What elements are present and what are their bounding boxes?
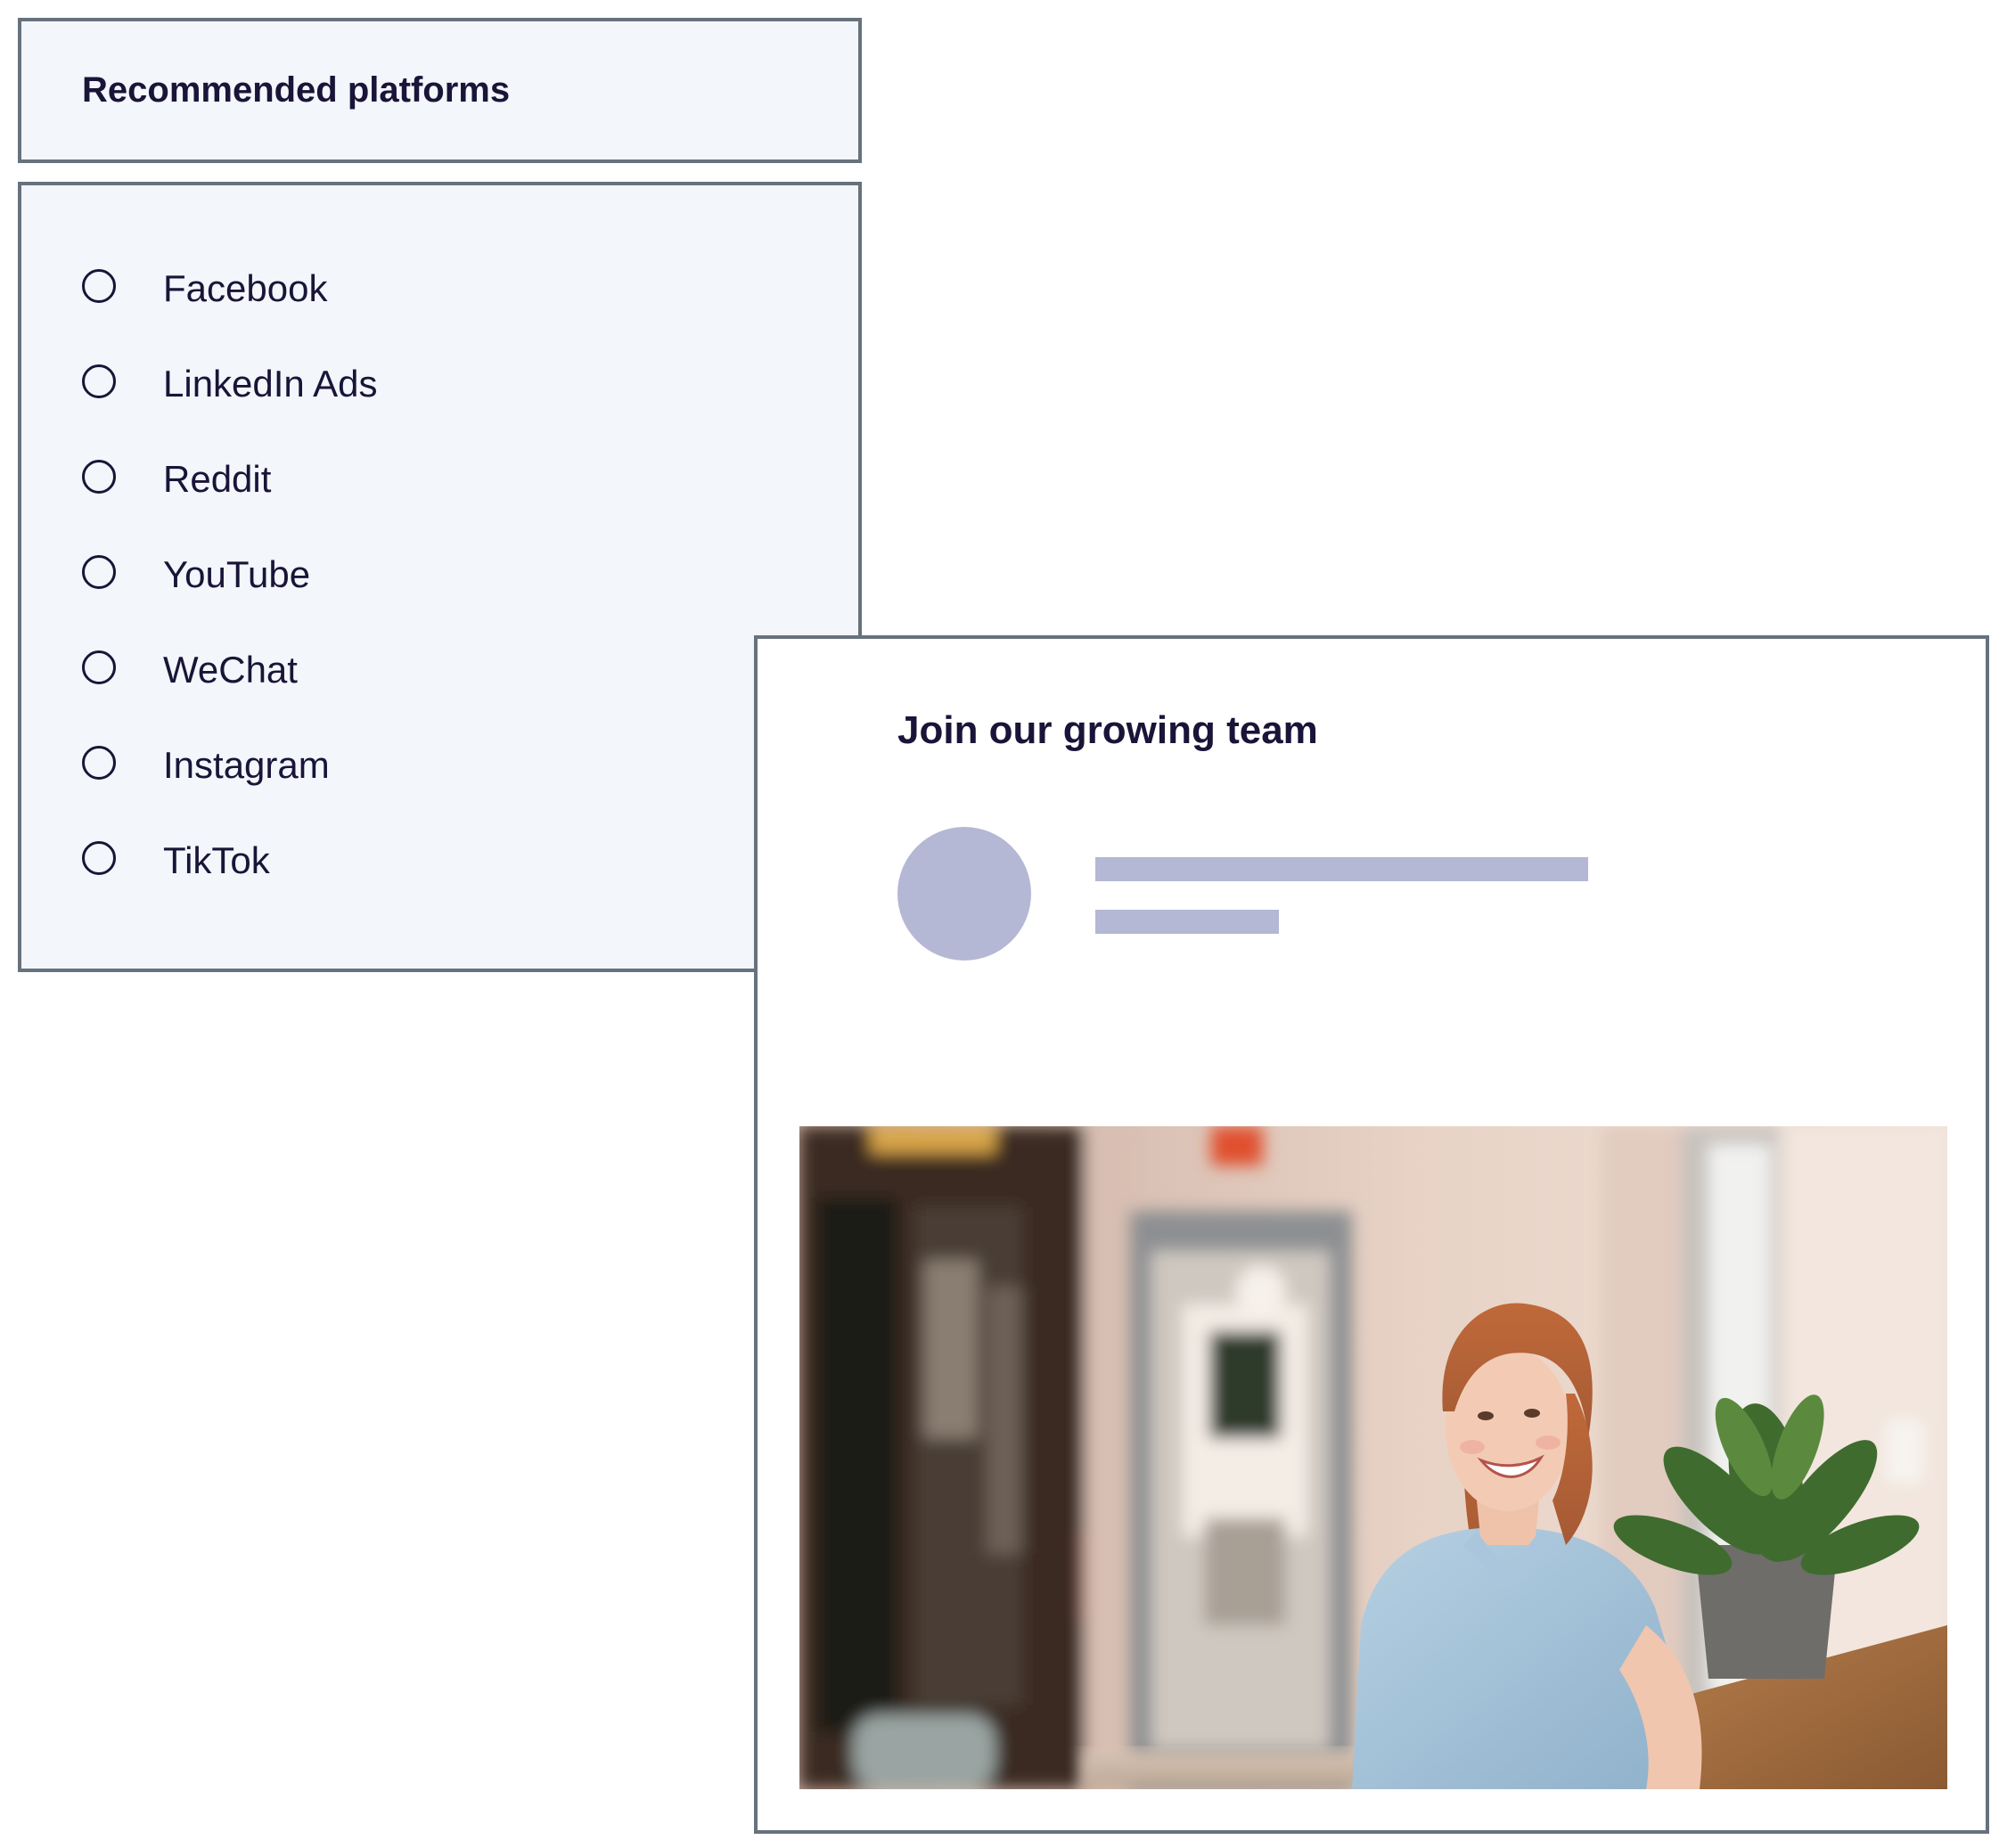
platform-option-tiktok[interactable]: TikTok	[82, 839, 378, 935]
platform-label: TikTok	[163, 839, 270, 881]
platform-label: WeChat	[163, 649, 298, 691]
radio-facebook[interactable]	[82, 269, 116, 303]
platform-label: YouTube	[163, 553, 311, 595]
avatar-placeholder	[897, 827, 1031, 961]
platform-option-youtube[interactable]: YouTube	[82, 553, 378, 649]
job-post-card: Join our growing team	[754, 635, 1989, 1834]
radio-linkedin-ads[interactable]	[82, 364, 116, 398]
platform-label: Reddit	[163, 458, 272, 500]
team-photo-illustration	[799, 1126, 1947, 1789]
recommended-platforms-header: Recommended platforms	[18, 18, 862, 163]
skeleton-text-line-short	[1095, 910, 1279, 934]
platform-options: Facebook LinkedIn Ads Reddit YouTube WeC…	[82, 267, 378, 935]
platform-option-wechat[interactable]: WeChat	[82, 649, 378, 744]
radio-reddit[interactable]	[82, 460, 116, 494]
radio-instagram[interactable]	[82, 746, 116, 780]
team-photo	[799, 1126, 1947, 1789]
job-post-title: Join our growing team	[897, 708, 1318, 752]
platform-option-facebook[interactable]: Facebook	[82, 267, 378, 363]
radio-wechat[interactable]	[82, 650, 116, 684]
radio-youtube[interactable]	[82, 555, 116, 589]
skeleton-text-line	[1095, 857, 1588, 881]
platforms-list-panel: Facebook LinkedIn Ads Reddit YouTube WeC…	[18, 182, 862, 972]
platform-label: Instagram	[163, 744, 330, 786]
platform-option-reddit[interactable]: Reddit	[82, 458, 378, 553]
radio-tiktok[interactable]	[82, 841, 116, 875]
platform-label: Facebook	[163, 267, 328, 309]
platform-label: LinkedIn Ads	[163, 363, 378, 405]
platform-option-instagram[interactable]: Instagram	[82, 744, 378, 839]
recommended-platforms-title: Recommended platforms	[82, 70, 511, 110]
platform-option-linkedin-ads[interactable]: LinkedIn Ads	[82, 363, 378, 458]
